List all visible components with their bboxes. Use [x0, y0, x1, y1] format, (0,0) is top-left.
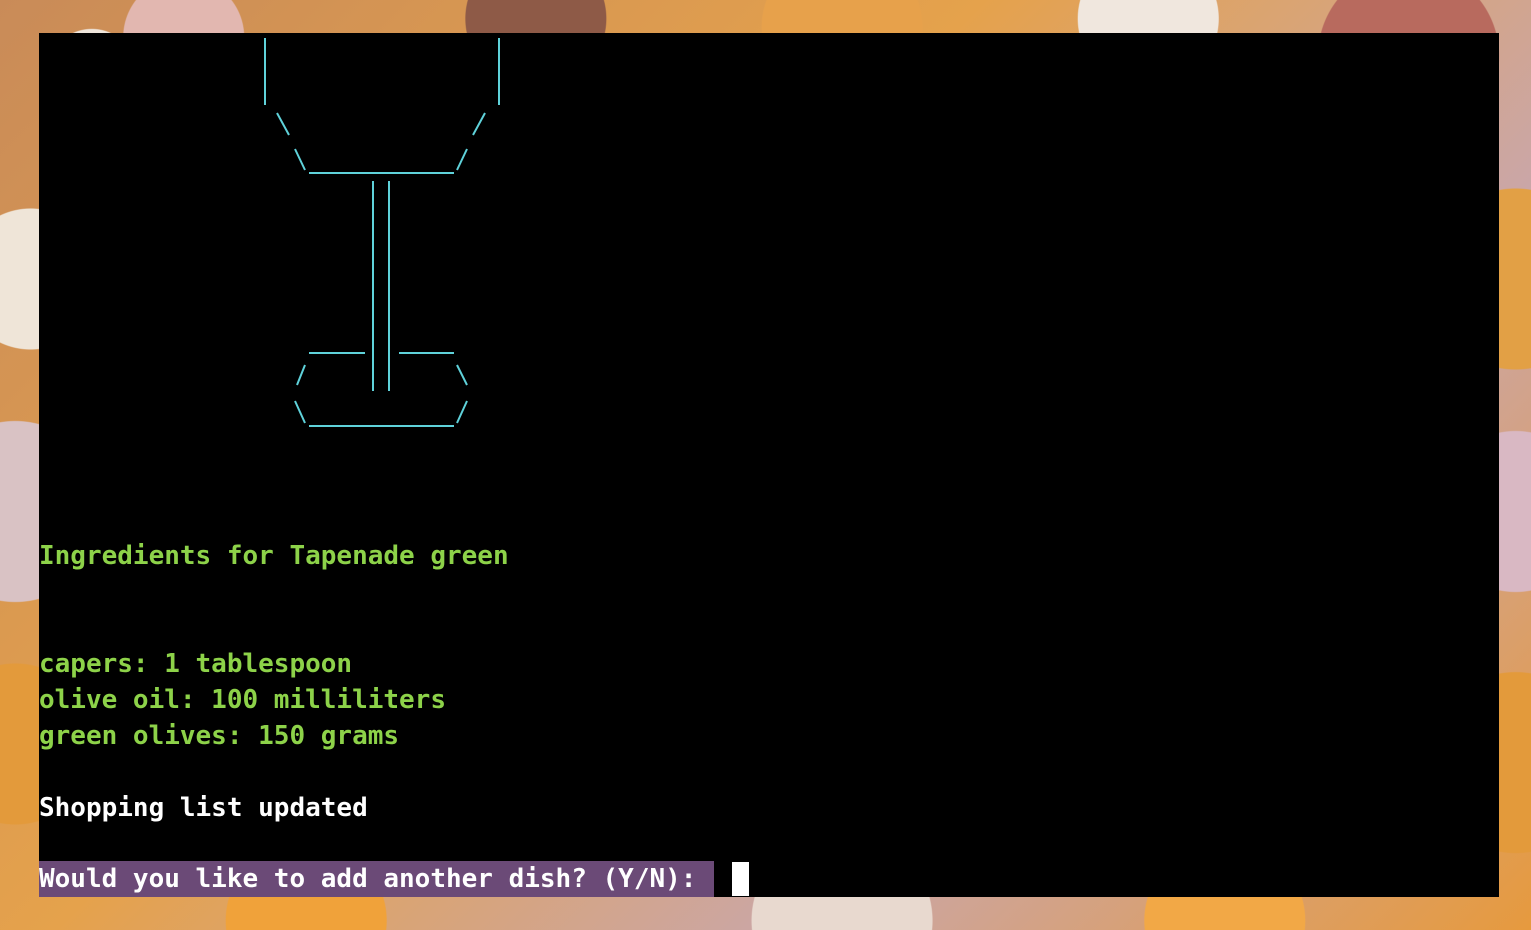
- text-cursor[interactable]: [732, 862, 750, 896]
- status-message: Shopping list updated: [39, 793, 368, 823]
- terminal-window[interactable]: Ingredients for Tapenade green capers: 1…: [39, 33, 1499, 897]
- input-prompt-row[interactable]: Would you like to add another dish? (Y/N…: [39, 861, 750, 897]
- input-prompt: Would you like to add another dish? (Y/N…: [39, 861, 715, 897]
- ingredient-line: green olives: 150 grams: [39, 721, 400, 751]
- recipe-heading: Ingredients for Tapenade green: [39, 541, 509, 571]
- ingredient-line: olive oil: 100 milliliters: [39, 685, 446, 715]
- wine-glass-ascii-art: [264, 38, 500, 427]
- ingredient-line: capers: 1 tablespoon: [39, 649, 353, 679]
